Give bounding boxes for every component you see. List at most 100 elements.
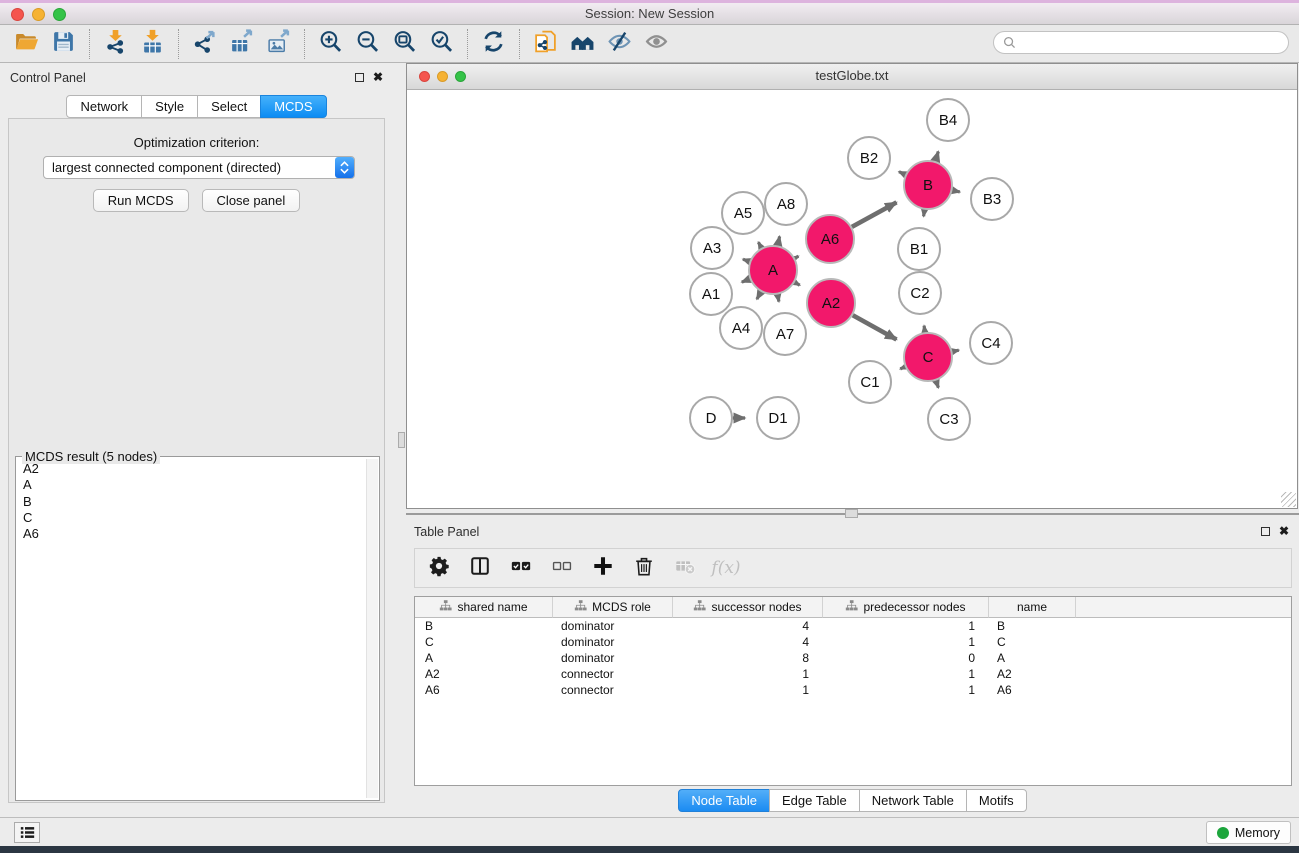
edge-A-A4[interactable] [757, 292, 761, 299]
table-cell[interactable]: A6 [989, 682, 1076, 698]
network-zoom-button[interactable] [455, 71, 466, 82]
node-C1[interactable]: C1 [849, 361, 891, 403]
table-cell[interactable]: A [415, 650, 553, 666]
gear-button[interactable] [427, 556, 451, 580]
new-network-from-selection-button[interactable] [527, 29, 564, 59]
edge-B-B1[interactable] [924, 210, 925, 217]
table-cell[interactable]: A2 [415, 666, 553, 682]
export-table-button[interactable] [223, 29, 260, 59]
minimize-window-button[interactable] [32, 8, 45, 21]
table-cell[interactable]: dominator [553, 650, 673, 666]
edge-C-C1[interactable] [900, 367, 905, 369]
result-item[interactable]: C [16, 510, 366, 526]
mcds-result-list[interactable]: A2ABCA6 [16, 461, 366, 798]
float-panel-icon[interactable] [355, 73, 364, 82]
columns-button[interactable] [468, 556, 492, 580]
search-input[interactable] [1017, 33, 1288, 53]
table-cell[interactable]: C [989, 634, 1076, 650]
table-row[interactable]: Adominator80A [415, 650, 1291, 666]
result-item[interactable]: A2 [16, 461, 366, 477]
network-canvas[interactable]: AA1A2A3A4A5A6A7A8BB1B2B3B4CC1C2C3C4DD1 [407, 89, 1297, 508]
trash-button[interactable] [632, 556, 656, 580]
zoom-selected-button[interactable] [423, 29, 460, 59]
edge-A-A2[interactable] [795, 282, 800, 285]
zoom-fit-button[interactable] [386, 29, 423, 59]
export-image-button[interactable] [260, 29, 297, 59]
table-cell[interactable]: B [415, 618, 553, 634]
table-cell[interactable]: 1 [823, 682, 989, 698]
table-row[interactable]: A6connector11A6 [415, 682, 1291, 698]
node-A7[interactable]: A7 [764, 313, 806, 355]
table-cell[interactable]: dominator [553, 618, 673, 634]
table-cell[interactable]: 8 [673, 650, 823, 666]
tab-node-table[interactable]: Node Table [678, 789, 770, 812]
deselect-all-button[interactable] [550, 556, 574, 580]
export-network-button[interactable] [186, 29, 223, 59]
node-C4[interactable]: C4 [970, 322, 1012, 364]
node-B4[interactable]: B4 [927, 99, 969, 141]
node-D1[interactable]: D1 [757, 397, 799, 439]
node-A[interactable]: A [749, 246, 797, 294]
result-item[interactable]: B [16, 494, 366, 510]
node-B2[interactable]: B2 [848, 137, 890, 179]
node-A4[interactable]: A4 [720, 307, 762, 349]
horizontal-splitter-handle[interactable] [845, 509, 858, 518]
table-row[interactable]: Cdominator41C [415, 634, 1291, 650]
edge-B-B4[interactable] [935, 152, 938, 162]
add-button[interactable] [591, 556, 615, 580]
table-cell[interactable]: 0 [823, 650, 989, 666]
edge-A-A1[interactable] [742, 279, 750, 282]
search-field[interactable] [993, 31, 1289, 54]
table-cell[interactable]: 4 [673, 618, 823, 634]
table-row[interactable]: Bdominator41B [415, 618, 1291, 634]
open-folder-button[interactable] [8, 29, 45, 59]
node-C3[interactable]: C3 [928, 398, 970, 440]
run-mcds-button[interactable]: Run MCDS [93, 189, 189, 212]
network-minimize-button[interactable] [437, 71, 448, 82]
edge-A2-C[interactable] [853, 315, 897, 339]
table-cell[interactable]: 1 [673, 666, 823, 682]
tab-edge-table[interactable]: Edge Table [769, 789, 860, 812]
zoom-in-button[interactable] [312, 29, 349, 59]
close-panel-icon[interactable]: ✖ [373, 72, 383, 82]
column-header-shared-name[interactable]: shared name [415, 597, 553, 618]
import-network-button[interactable] [97, 29, 134, 59]
table-cell[interactable]: B [989, 618, 1076, 634]
close-panel-button[interactable]: Close panel [202, 189, 301, 212]
function-button[interactable]: f(x) [714, 556, 738, 580]
table-cell[interactable]: A [989, 650, 1076, 666]
tab-style[interactable]: Style [141, 95, 198, 118]
table-cell[interactable]: dominator [553, 634, 673, 650]
column-header-successor-nodes[interactable]: successor nodes [673, 597, 823, 618]
edge-A-A5[interactable] [758, 242, 761, 248]
node-A6[interactable]: A6 [806, 215, 854, 263]
node-A5[interactable]: A5 [722, 192, 764, 234]
node-C2[interactable]: C2 [899, 272, 941, 314]
edge-A-A6[interactable] [795, 256, 798, 258]
table-cell[interactable]: 1 [823, 666, 989, 682]
table-cell[interactable]: connector [553, 666, 673, 682]
table-cell[interactable]: A6 [415, 682, 553, 698]
node-A1[interactable]: A1 [690, 273, 732, 315]
edge-B-B3[interactable] [952, 190, 959, 192]
table-cell[interactable]: 1 [823, 618, 989, 634]
node-A3[interactable]: A3 [691, 227, 733, 269]
node-D[interactable]: D [690, 397, 732, 439]
node-A2[interactable]: A2 [807, 279, 855, 327]
network-close-button[interactable] [419, 71, 430, 82]
edge-C-C4[interactable] [952, 350, 958, 351]
table-row[interactable]: A2connector11A2 [415, 666, 1291, 682]
memory-button[interactable]: Memory [1206, 821, 1291, 844]
edge-A-A7[interactable] [778, 295, 779, 302]
node-C[interactable]: C [904, 333, 952, 381]
close-table-panel-icon[interactable]: ✖ [1279, 526, 1289, 536]
edge-B-B2[interactable] [899, 172, 905, 175]
edge-C-C2[interactable] [924, 326, 925, 333]
table-cell[interactable]: 1 [823, 634, 989, 650]
hide-eye-button[interactable] [601, 29, 638, 59]
node-B[interactable]: B [904, 161, 952, 209]
close-window-button[interactable] [11, 8, 24, 21]
column-header-name[interactable]: name [989, 597, 1076, 618]
tab-network[interactable]: Network [66, 95, 142, 118]
zoom-window-button[interactable] [53, 8, 66, 21]
